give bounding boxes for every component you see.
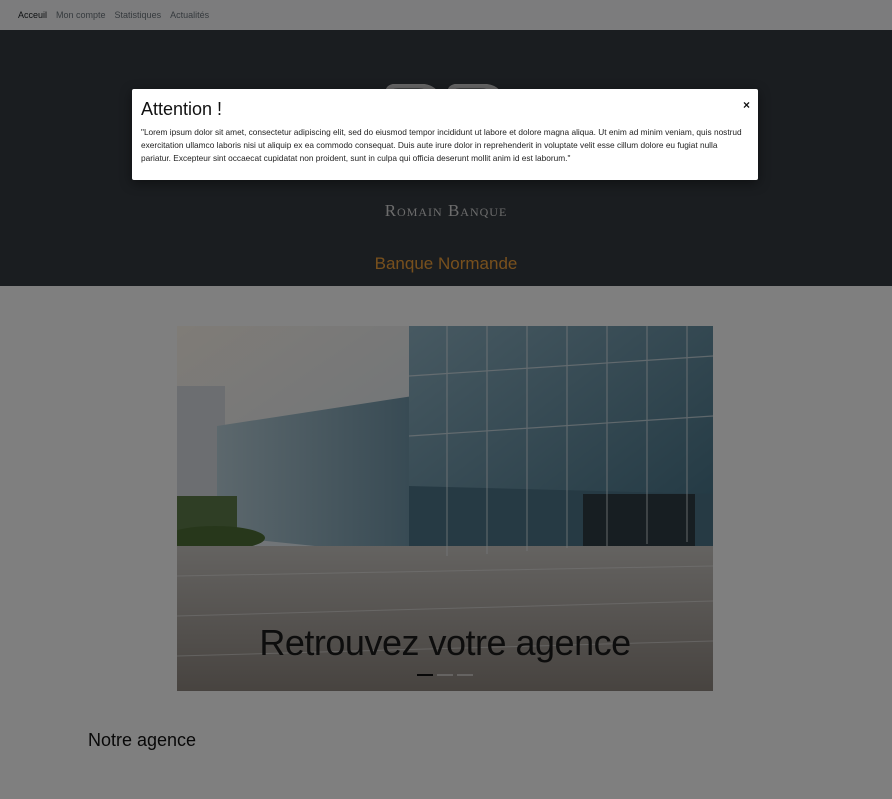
- modal-title: Attention !: [141, 99, 223, 119]
- modal-body-text: "Lorem ipsum dolor sit amet, consectetur…: [141, 127, 742, 163]
- alert-modal: Attention ! "Lorem ipsum dolor sit amet,…: [132, 89, 758, 180]
- close-icon[interactable]: ×: [743, 98, 750, 112]
